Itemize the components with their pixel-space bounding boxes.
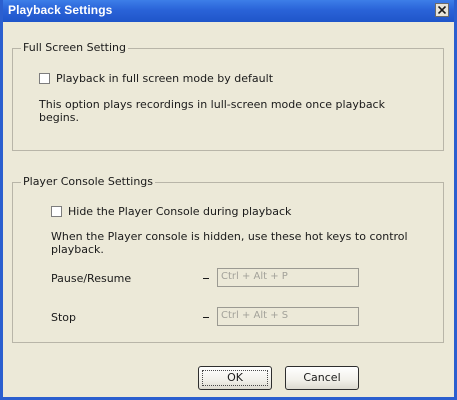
title-bar[interactable]: Playback Settings: [3, 0, 454, 22]
dialog-title: Playback Settings: [8, 3, 113, 17]
fullscreen-checkbox-label: Playback in full screen mode by default: [56, 72, 274, 85]
stop-separator: [203, 317, 209, 318]
cancel-button[interactable]: Cancel: [285, 366, 359, 390]
pause-resume-hotkey-field[interactable]: Ctrl + Alt + P: [217, 268, 359, 287]
stop-label: Stop: [51, 311, 77, 324]
ok-button[interactable]: OK: [198, 366, 272, 390]
pause-resume-separator: [203, 278, 209, 279]
fullscreen-description-line2: begins.: [39, 111, 79, 124]
playback-settings-dialog: Playback Settings Full Screen Setting Pl…: [0, 0, 457, 400]
hide-console-checkbox-label: Hide the Player Console during playback: [68, 205, 292, 218]
player-console-legend: Player Console Settings: [21, 175, 156, 188]
close-icon: [438, 6, 446, 14]
fullscreen-description-line1: This option plays recordings in lull-scr…: [39, 98, 385, 111]
pause-resume-label: Pause/Resume: [51, 272, 132, 285]
stop-hotkey-field[interactable]: Ctrl + Alt + S: [217, 307, 359, 326]
hide-console-checkbox[interactable]: [51, 206, 62, 217]
console-description-line2: playback.: [51, 243, 104, 256]
console-description-line1: When the Player console is hidden, use t…: [51, 230, 408, 243]
fullscreen-checkbox[interactable]: [39, 73, 50, 84]
close-button[interactable]: [435, 3, 449, 17]
full-screen-legend: Full Screen Setting: [21, 41, 129, 54]
